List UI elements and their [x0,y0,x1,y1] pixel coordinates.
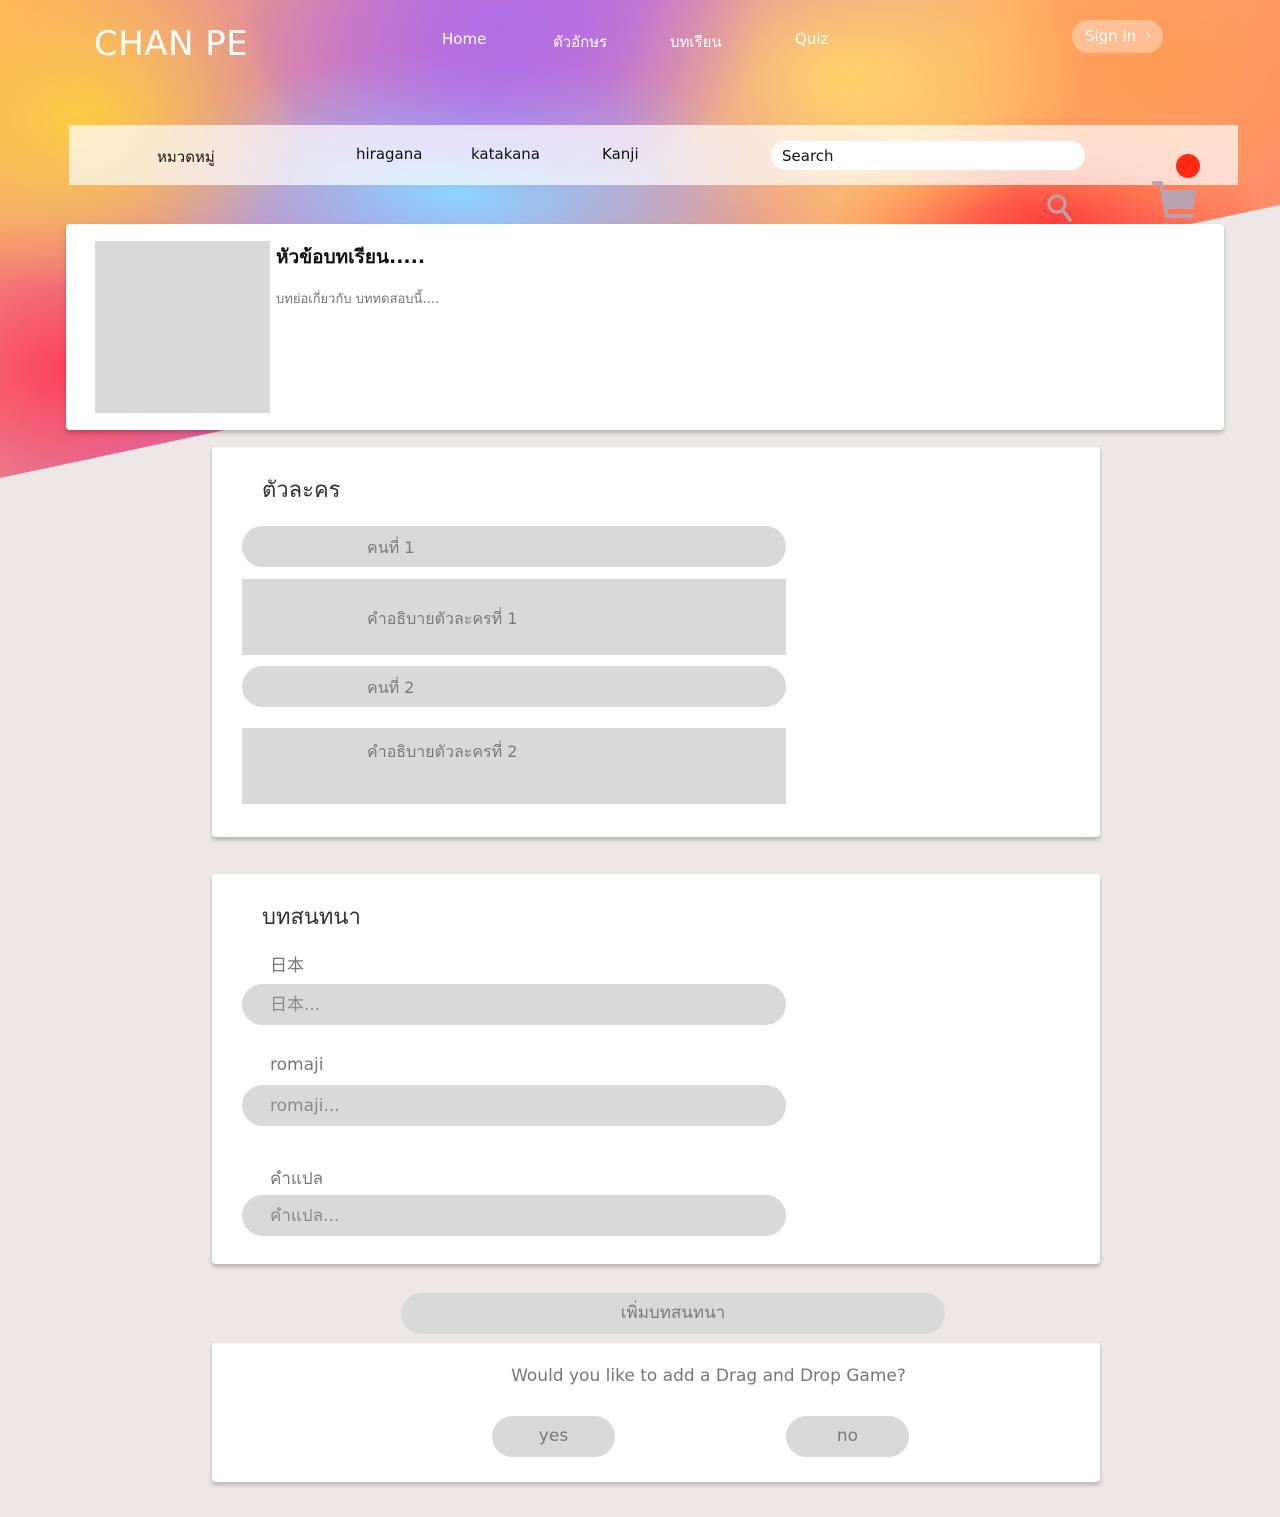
characters-title: ตัวละคร [262,478,341,503]
nav-lessons[interactable]: บทเรียน [670,30,722,54]
category-bar: หมวดหมู่ hiragana katakana Kanji [69,125,1238,185]
character-name-label: คนที่ 1 [367,538,415,557]
logo[interactable]: CHAN PE [94,24,248,64]
romaji-input[interactable] [242,1085,786,1126]
lesson-card: หัวข้อบทเรียน..... บทย่อเกี่ยวกับ บททดสอ… [66,224,1224,430]
translation-label: คำแปล [270,1169,324,1189]
lesson-title: หัวข้อบทเรียน..... [276,246,426,268]
chevron-right-icon: › [1145,28,1151,44]
character-description-1[interactable]: คำอธิบายตัวละครที่ 1 [242,579,786,655]
nav-home[interactable]: Home [442,30,486,48]
character-description-2[interactable]: คำอธิบายตัวละครที่ 2 [242,728,786,804]
drag-drop-prompt-card: Would you like to add a Drag and Drop Ga… [212,1343,1100,1482]
romaji-label: romaji [270,1055,324,1075]
characters-card: ตัวละคร คนที่ 1 คำอธิบายตัวละครที่ 1 คนท… [212,447,1100,837]
character-description-label: คำอธิบายตัวละครที่ 2 [367,742,518,761]
character-name-1[interactable]: คนที่ 1 [242,526,786,567]
no-button[interactable]: no [786,1416,909,1457]
character-name-2[interactable]: คนที่ 2 [242,666,786,707]
character-description-label: คำอธิบายตัวละครที่ 1 [367,609,518,628]
add-conversation-button[interactable]: เพิ่มบทสนทนา [401,1293,945,1334]
search-input[interactable] [771,141,1085,170]
sign-in-label: Sign in [1085,27,1137,45]
lesson-description: บทย่อเกี่ยวกับ บททดสอบนี้.... [276,292,439,307]
translation-input[interactable] [242,1195,786,1236]
category-hiragana[interactable]: hiragana [356,145,422,163]
japanese-label: 日本 [270,956,304,976]
japanese-input[interactable] [242,984,786,1025]
category-menu[interactable]: หมวดหมู่ [157,145,215,169]
search-icon[interactable] [1046,193,1074,223]
conversation-card: บทสนทนา 日本 romaji คำแปล [212,874,1100,1264]
lesson-thumbnail[interactable] [95,241,270,413]
nav-alphabet[interactable]: ตัวอักษร [553,30,607,54]
character-name-label: คนที่ 2 [367,678,415,697]
sign-in-button[interactable]: Sign in › [1072,20,1163,53]
category-kanji[interactable]: Kanji [602,145,639,163]
nav-quiz[interactable]: Quiz [795,30,828,48]
conversation-title: บทสนทนา [262,905,361,930]
drag-drop-question: Would you like to add a Drag and Drop Ga… [511,1366,906,1386]
yes-button[interactable]: yes [492,1416,615,1457]
category-katakana[interactable]: katakana [471,145,540,163]
cart-badge [1176,154,1200,178]
